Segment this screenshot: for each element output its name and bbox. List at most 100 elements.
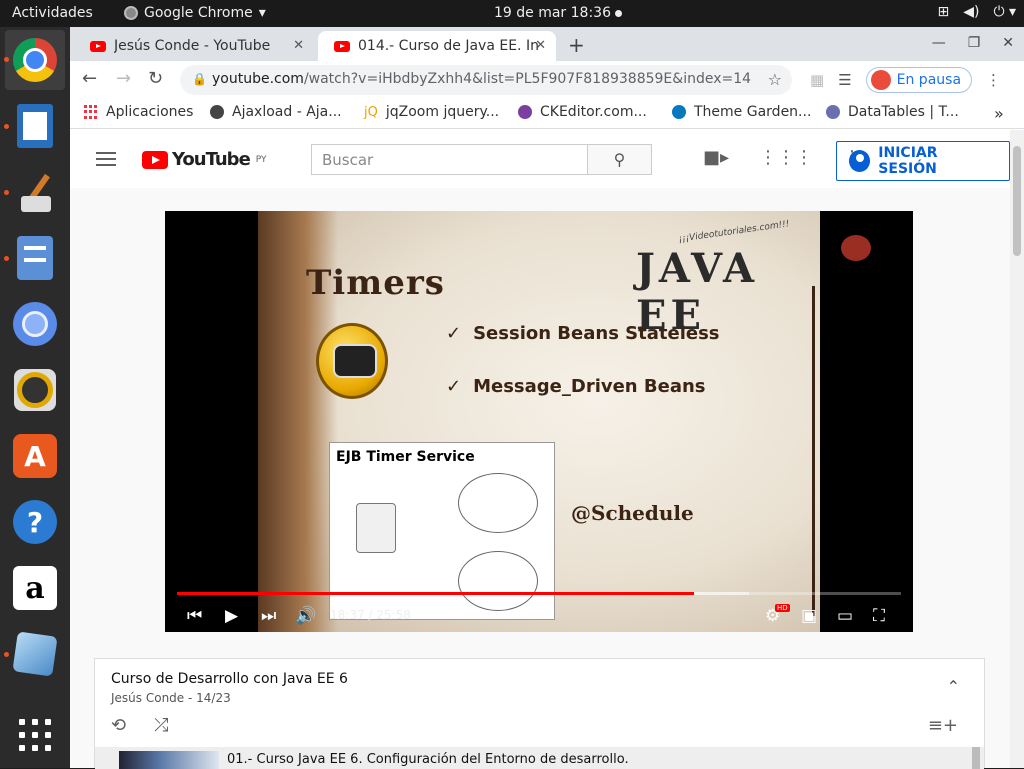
extension-icon[interactable]: ▦	[810, 71, 824, 89]
signin-button[interactable]: INICIAR SESIÓN	[836, 141, 1010, 181]
reload-button[interactable]: ↻	[148, 68, 163, 89]
bookmark-star-icon[interactable]: ☆	[768, 70, 782, 89]
bookmark-theme-garden[interactable]: Theme Garden...	[672, 104, 811, 120]
shuffle-icon[interactable]: ⤮	[154, 715, 168, 736]
bookmark-apps[interactable]: Aplicaciones	[84, 104, 193, 120]
minimize-icon[interactable]: —	[932, 35, 946, 51]
bullet-text: Message_Driven Beans	[473, 376, 706, 397]
app-menu[interactable]: Google Chrome ▾	[124, 5, 266, 21]
bookmark-datatables[interactable]: DataTables | T...	[826, 104, 959, 120]
dock-software[interactable]: A	[11, 432, 59, 480]
activities-button[interactable]: Actividades	[12, 5, 93, 21]
timer-service-icon	[356, 503, 396, 553]
close-tab-icon[interactable]: ✕	[293, 38, 304, 53]
apps-icon[interactable]: ⋮⋮⋮	[759, 147, 813, 168]
profile-button[interactable]: En pausa	[865, 67, 973, 93]
create-video-icon[interactable]: ■▸	[703, 147, 729, 168]
scrollbar-thumb[interactable]	[1013, 146, 1021, 256]
running-indicator	[4, 652, 9, 657]
tab-jesus-conde[interactable]: Jesús Conde - YouTube ✕	[74, 31, 314, 61]
bookmark-ckeditor[interactable]: CKEditor.com...	[518, 104, 647, 120]
account-icon	[849, 150, 871, 172]
youtube-favicon-icon	[90, 40, 106, 52]
running-indicator	[4, 256, 9, 261]
search-button[interactable]: ⚲	[587, 144, 652, 175]
play-icon[interactable]: ▶	[225, 606, 238, 626]
menu-dots-icon[interactable]: ⋮	[986, 71, 1001, 89]
forward-button[interactable]: →	[116, 68, 131, 89]
url-host: youtube.com	[212, 71, 304, 87]
playlist-title[interactable]: Curso de Desarrollo con Java EE 6	[111, 671, 348, 687]
lock-icon[interactable]: 🔒	[192, 72, 207, 86]
new-tab-button[interactable]: +	[568, 33, 585, 57]
bookmarks-overflow-icon[interactable]: »	[994, 104, 1004, 123]
video-player[interactable]: Timers ¡¡¡Videotutoriales.com!!! JAVA EE…	[165, 211, 913, 632]
close-window-icon[interactable]: ✕	[1002, 35, 1014, 51]
clock[interactable]: 19 de mar 18:36	[494, 5, 622, 21]
slide-title: Timers	[306, 263, 445, 303]
dock-chrome[interactable]	[5, 30, 65, 90]
bookmark-label: Theme Garden...	[694, 104, 812, 120]
apps-grid-icon	[84, 105, 98, 119]
loop-icon[interactable]: ⟲	[111, 715, 126, 736]
software-store-icon: A	[13, 434, 57, 478]
dock-document-viewer[interactable]	[11, 102, 59, 150]
collapse-chevron-icon[interactable]: ⌃	[947, 677, 960, 696]
system-tray[interactable]: ⊞ ◀) ⏻ ▾	[937, 4, 1016, 20]
media-control-icon[interactable]: ☰	[838, 71, 851, 89]
playlist-panel: Curso de Desarrollo con Java EE 6 Jesús …	[94, 658, 985, 769]
save-playlist-icon[interactable]: ≡+	[928, 715, 958, 736]
progress-bar[interactable]	[177, 592, 901, 595]
check-icon: ✓	[446, 376, 462, 397]
hamburger-menu-icon[interactable]	[96, 152, 116, 166]
fullscreen-icon[interactable]: ⛶	[873, 606, 885, 626]
url-text: youtube.com/watch?v=iHbdbyZxhh4&list=PL5…	[212, 71, 751, 87]
ckeditor-icon	[518, 105, 532, 119]
diagram-title: EJB Timer Service	[336, 449, 475, 465]
playlist-author[interactable]: Jesús Conde	[111, 691, 184, 705]
url-path: /watch?v=iHbdbyZxhh4&list=PL5F907F818938…	[303, 71, 752, 87]
bookmark-label: Ajaxload - Aja...	[232, 104, 342, 120]
dock-amazon[interactable]: a	[11, 564, 59, 612]
bookmark-jqzoom[interactable]: jQ jqZoom jquery...	[364, 104, 499, 120]
region-code: PY	[255, 154, 267, 165]
playlist-scrollbar[interactable]	[972, 747, 980, 769]
running-indicator	[4, 190, 9, 195]
search-icon: ⚲	[613, 150, 626, 169]
tab-title: 014.- Curso de Java EE. Int	[358, 38, 538, 54]
bookmark-ajaxload[interactable]: Ajaxload - Aja...	[210, 104, 342, 120]
volume-icon[interactable]: 🔊	[295, 606, 316, 626]
close-tab-icon[interactable]: ✕	[535, 38, 546, 53]
playlist-actions: ⟲ ⤮	[111, 715, 169, 736]
schedule-annotation: @Schedule	[571, 501, 694, 525]
dock-help[interactable]: ?	[11, 498, 59, 546]
dock-virtualbox[interactable]	[11, 630, 59, 678]
tab-java-ee[interactable]: 014.- Curso de Java EE. Int ✕	[318, 31, 556, 61]
show-applications-button[interactable]	[11, 711, 59, 759]
restore-icon[interactable]: ❐	[968, 35, 981, 51]
speaker-icon	[14, 369, 56, 411]
address-bar[interactable]: 🔒 youtube.com/watch?v=iHbdbyZxhh4&list=P…	[180, 65, 792, 95]
clock-text: 19 de mar 18:36	[494, 5, 611, 21]
youtube-logo[interactable]: YouTube PY	[142, 149, 267, 170]
dock-rhythmbox[interactable]	[11, 366, 59, 414]
next-icon[interactable]: ⏭	[261, 606, 276, 626]
theater-mode-icon[interactable]: ▭	[837, 606, 853, 626]
search-input[interactable]: Buscar	[311, 144, 588, 175]
bullet-text: Session Beans Stateless	[473, 323, 720, 344]
page-scrollbar[interactable]	[1010, 130, 1024, 768]
chromium-icon	[13, 302, 57, 346]
dock-files[interactable]	[11, 234, 59, 282]
browser-toolbar: ← → ↻ 🔒 youtube.com/watch?v=iHbdbyZxhh4&…	[70, 61, 1024, 99]
playlist-meta: Jesús Conde - 14/23	[111, 691, 231, 705]
miniplayer-icon[interactable]: ▣	[801, 606, 817, 626]
youtube-favicon-icon	[334, 40, 350, 52]
dock-paint[interactable]	[11, 168, 59, 216]
notification-dot	[614, 9, 622, 17]
playlist-item[interactable]: 01.- Curso Java EE 6. Configuración del …	[95, 747, 984, 769]
previous-icon[interactable]: ⏮	[187, 606, 202, 626]
back-button[interactable]: ←	[82, 68, 97, 89]
chrome-window: Jesús Conde - YouTube ✕ 014.- Curso de J…	[70, 27, 1024, 769]
toolbar-right: ▦ ☰ En pausa ⋮	[810, 67, 1001, 93]
dock-chromium[interactable]	[11, 300, 59, 348]
